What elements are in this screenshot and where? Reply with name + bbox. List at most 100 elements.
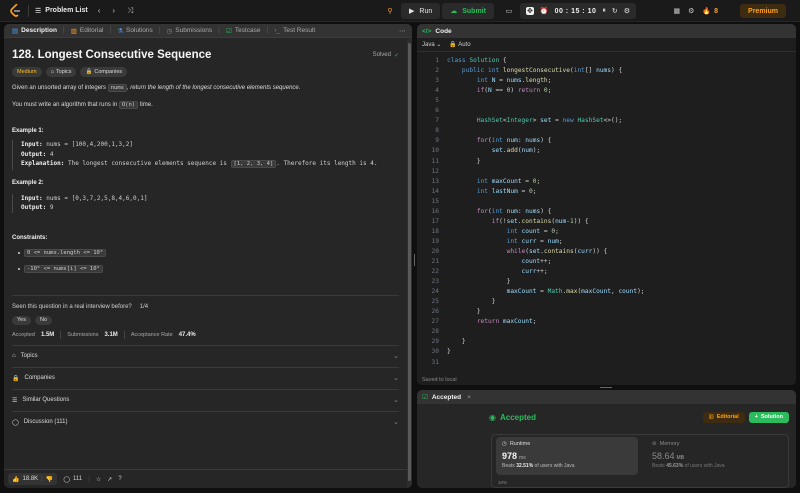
chevron-down-icon: ⌄ [393,375,399,382]
code-line[interactable]: 21 count++; [417,257,796,267]
code-line[interactable]: 26 } [417,307,796,317]
code-line[interactable]: 6 [417,106,796,116]
vertical-splitter[interactable] [413,24,416,488]
auto-toggle[interactable]: 🔒 Auto [449,41,470,48]
tab-testcase-label: Testcase [234,27,261,34]
list-item: -10⁹ <= nums[i] <= 10⁹ [18,263,399,275]
code-line[interactable]: 25 } [417,297,796,307]
streak-counter[interactable]: 🔥 8 [702,7,719,16]
scrollbar-thumb[interactable] [408,43,411,481]
notes-icon[interactable]: ▭ [500,3,518,19]
tab-description[interactable]: ▤ Description [10,27,59,35]
horizontal-splitter[interactable] [417,386,796,389]
desc-text: You must write an algorithm that runs in [12,102,119,108]
memory-card[interactable]: ⊚ Memory 58.64 MB Beats 45.63% of users w… [646,437,786,475]
help-icon[interactable]: ? [118,476,121,482]
code-line[interactable]: 15 [417,197,796,207]
code-line[interactable]: 30} [417,347,796,357]
line-code: int curr = num; [506,237,563,245]
code-line[interactable]: 5 [417,96,796,106]
editorial-button[interactable]: ▥ Editorial [702,411,745,423]
language-value: Java [422,42,435,48]
code-line[interactable]: 13 int maxCount = 0; [417,177,796,187]
share-icon[interactable]: ↗ [107,476,112,483]
auto-label: Auto [458,42,471,48]
solved-label: Solved [372,52,391,58]
premium-button[interactable]: Premium [740,4,786,18]
prev-problem-icon[interactable]: ‹ [98,6,101,15]
reset-icon[interactable]: ↻ [612,7,618,15]
line-number: 17 [431,217,439,225]
code-line[interactable]: 12 [417,167,796,177]
star-icon[interactable]: ☆ [96,476,101,483]
code-line[interactable]: 14 int lastNum = 0; [417,187,796,197]
shuffle-icon[interactable]: ⤨ [127,6,133,16]
submit-button[interactable]: ☁ Submit [442,3,494,19]
code-line[interactable]: 2 public int longestConsecutive(int[] nu… [417,66,796,76]
language-select[interactable]: Java ⌄ [422,41,441,48]
code-editor[interactable]: 1 class Solution {2 public int longestCon… [417,56,796,368]
splitter-grip[interactable] [600,387,612,388]
code-line[interactable]: 7 HashSet<Integer> set = new HashSet<>()… [417,116,796,126]
code-line[interactable]: 1 class Solution { [417,56,796,66]
code-line[interactable]: 24 maxCount = Math.max(maxCount, count); [417,287,796,297]
splitter-grip[interactable] [414,254,415,266]
code-line[interactable]: 31 [417,358,796,368]
leetcode-logo[interactable] [8,4,22,18]
no-button[interactable]: No [34,315,53,325]
accordion-similar-questions[interactable]: ☰ Similar Questions ⌄ [12,388,399,411]
code-line[interactable]: 10 set.add(num); [417,146,796,156]
tag-icon: ⌂ [50,69,54,75]
close-icon[interactable]: × [467,394,471,401]
timer[interactable]: ✥ ⏰ 00 : 15 : 10 ⏸ ↻ ⚙ [519,3,637,19]
comments-button[interactable]: ◯ 111 [63,476,82,483]
streak-count: 8 [714,7,719,15]
pause-icon[interactable]: ⏸ [602,7,606,15]
line-code: } [447,308,481,316]
code-line[interactable]: 16 for(int num: nums) { [417,207,796,217]
run-button[interactable]: ▶ Run [401,3,441,19]
accordion-topics[interactable]: ⌂ Topics ⌄ [12,344,399,367]
code-line[interactable]: 17 if(!set.contains(num-1)) { [417,217,796,227]
thumbs-up-icon[interactable]: 👍 [12,476,19,483]
settings-icon[interactable]: ⚙ [624,7,630,15]
runtime-card[interactable]: ◷ Runtime 978 ms Beats 32.51% of users wi… [496,437,638,475]
accordion-companies[interactable]: 🔒 Companies ⌄ [12,366,399,389]
accepted-stat-value: 1.5M [40,331,55,338]
tab-solutions[interactable]: ⚗ Solutions [115,27,155,35]
next-problem-icon[interactable]: › [112,6,115,15]
result-tab[interactable]: Accepted [432,394,461,401]
companies-badge[interactable]: 🔒 Companies [80,67,128,77]
problem-list-button[interactable]: ☰ Problem List [35,7,88,15]
code-line[interactable]: 20 while(set.contains(curr)) { [417,247,796,257]
yes-button[interactable]: Yes [12,315,31,325]
tab-editorial[interactable]: ▥ Editorial [69,27,106,35]
code-line[interactable]: 29 } [417,337,796,347]
tab-testcase[interactable]: ☑ Testcase [224,27,262,35]
problem-title[interactable]: 128. Longest Consecutive Sequence [12,49,211,61]
code-line[interactable]: 3 int N = nums.length; [417,76,796,86]
code-line[interactable]: 19 int curr = num; [417,237,796,247]
tab-test-result[interactable]: ›_ Test Result [272,27,317,34]
code-line[interactable]: 9 for(int num: nums) { [417,136,796,146]
debug-icon[interactable]: ⚲ [381,3,399,19]
code-line[interactable]: 18 int count = 0; [417,227,796,237]
layout-icon[interactable]: ▦ [674,7,681,15]
code-line[interactable]: 27 return maxCount; [417,317,796,327]
thumbs-down-icon[interactable]: 👎 [46,476,53,483]
topics-badge[interactable]: ⌂ Topics [45,67,77,77]
settings-gear-icon[interactable]: ⚙ [688,7,694,15]
code-line[interactable]: 28 [417,327,796,337]
accordion-discussion[interactable]: ◯ Discussion (111) ⌄ [12,410,399,433]
post-solution-button[interactable]: + Solution [748,411,789,423]
code-line[interactable]: 22 curr++; [417,267,796,277]
yes-no-group: Yes No [12,315,399,325]
code-line[interactable]: 23 } [417,277,796,287]
tab-submissions[interactable]: ◷ Submissions [165,27,215,35]
code-line[interactable]: 11 } [417,157,796,167]
code-line[interactable]: 8 [417,126,796,136]
code-line[interactable]: 4 if(N == 0) return 0; [417,86,796,96]
more-options-icon[interactable]: ⋯ [399,27,406,35]
move-icon[interactable]: ✥ [525,7,534,15]
description-scrollbar[interactable] [407,39,412,488]
